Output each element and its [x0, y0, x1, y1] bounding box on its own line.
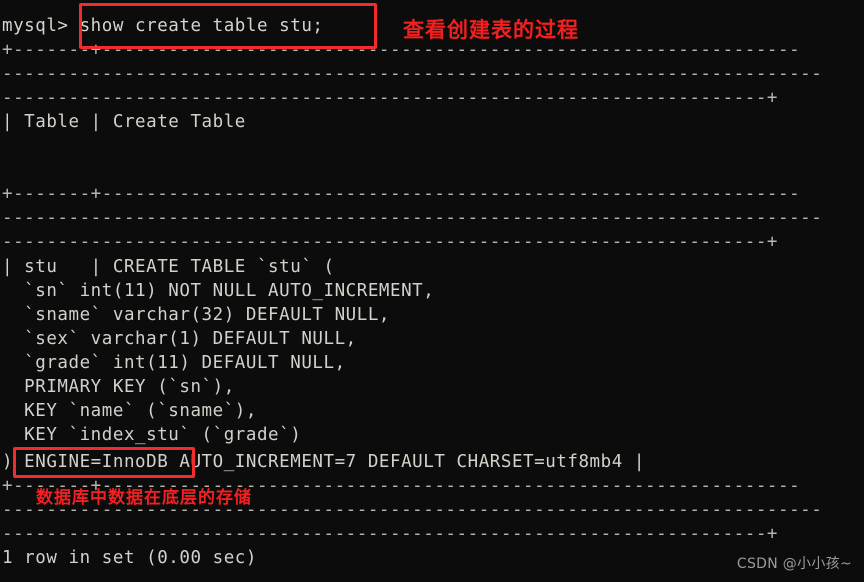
terminal-window: mysql> show create table stu; +-------+--…: [0, 0, 864, 582]
terminal-line: | stu | CREATE TABLE `stu` (: [2, 257, 335, 277]
engine-annotation-text: 数据库中数据在底层的存储: [36, 488, 252, 508]
terminal-line: ----------------------------------------…: [2, 232, 779, 252]
terminal-line: KEY `name` (`sname`),: [2, 401, 257, 421]
terminal-line: 1 row in set (0.00 sec): [2, 548, 257, 568]
command-annotation-text: 查看创建表的过程: [403, 18, 579, 42]
terminal-line: `sn` int(11) NOT NULL AUTO_INCREMENT,: [2, 281, 435, 301]
terminal-line: `grade` int(11) DEFAULT NULL,: [2, 353, 346, 373]
csdn-watermark: CSDN @小小孩~: [736, 556, 852, 572]
terminal-line: ----------------------------------------…: [2, 208, 823, 228]
terminal-line: ----------------------------------------…: [2, 88, 779, 108]
terminal-line: ) ENGINE=InnoDB AUTO_INCREMENT=7 DEFAULT…: [2, 452, 645, 472]
terminal-line: KEY `index_stu` (`grade`): [2, 425, 302, 445]
terminal-line: `sname` varchar(32) DEFAULT NULL,: [2, 305, 391, 325]
terminal-line: mysql> show create table stu;: [2, 16, 324, 36]
terminal-line: `sex` varchar(1) DEFAULT NULL,: [2, 329, 357, 349]
terminal-line: +-------+-------------------------------…: [2, 40, 801, 60]
terminal-line: +-------+-------------------------------…: [2, 184, 801, 204]
terminal-line: ----------------------------------------…: [2, 524, 779, 544]
terminal-line: ----------------------------------------…: [2, 64, 823, 84]
terminal-line: | Table | Create Table: [2, 112, 246, 132]
terminal-line: PRIMARY KEY (`sn`),: [2, 377, 235, 397]
